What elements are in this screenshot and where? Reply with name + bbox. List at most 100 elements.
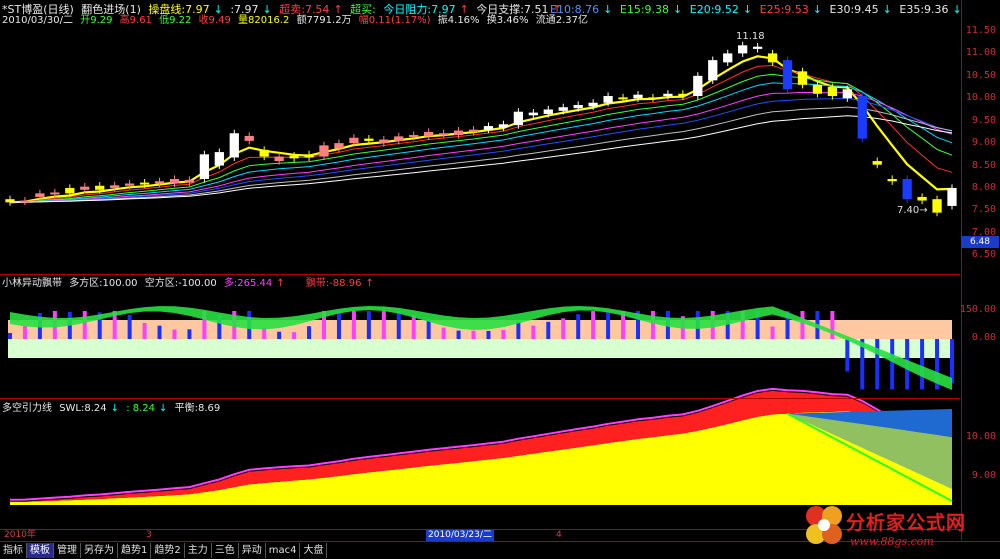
- bear-zone-band: [8, 339, 952, 358]
- candlestick: [154, 181, 165, 184]
- oscillator-bar: [351, 311, 356, 339]
- pane3-tick: 9.00: [971, 470, 996, 481]
- main-chart[interactable]: 11.18 7.40→: [0, 0, 960, 528]
- tab-1[interactable]: 模板: [27, 543, 54, 558]
- candlestick: [902, 179, 912, 200]
- swl-value: : 8.24: [126, 403, 156, 414]
- candlestick: [453, 130, 464, 136]
- candlestick: [693, 75, 703, 97]
- tab-3[interactable]: 另存为: [81, 543, 118, 558]
- moving-average-line: [9, 55, 953, 204]
- price-tick: 10.50: [965, 69, 996, 81]
- swl-label: SWL:8.24: [59, 403, 107, 414]
- candlestick: [409, 135, 419, 138]
- candlestick: [797, 71, 808, 85]
- pane3-tick: 10.00: [965, 431, 996, 442]
- candlestick: [289, 155, 299, 159]
- bear-zone-label: 空方区:-100.00: [144, 278, 217, 289]
- oscillator-bar: [845, 339, 850, 372]
- candlestick: [887, 179, 897, 182]
- oscillator-bar: [650, 311, 655, 339]
- candlestick: [169, 179, 180, 184]
- candlestick: [80, 186, 90, 190]
- candlestick: [498, 124, 509, 128]
- price-tick: 11.50: [965, 24, 996, 36]
- tab-10[interactable]: 大盘: [300, 543, 328, 558]
- oscillator-bar: [471, 330, 476, 339]
- candlestick: [124, 183, 135, 186]
- candlestick: [857, 96, 867, 139]
- up-arrow-icon: ↑: [365, 278, 374, 289]
- candlestick: [827, 87, 838, 97]
- low-price-mark: 7.40→: [897, 205, 928, 216]
- candlestick: [110, 185, 120, 188]
- tab-0[interactable]: 指标: [0, 543, 27, 558]
- candlestick: [20, 200, 30, 203]
- oscillator-bar: [456, 330, 461, 339]
- moving-average-line: [9, 64, 953, 203]
- candlestick: [678, 93, 688, 97]
- candlestick: [917, 196, 927, 201]
- current-price-box: 6.48: [961, 236, 999, 248]
- oscillator-bar: [277, 331, 282, 339]
- tab-6[interactable]: 主力: [185, 543, 212, 558]
- candlestick: [812, 84, 823, 94]
- oscillator-bar: [591, 311, 596, 339]
- oscillator-bar: [142, 323, 147, 339]
- price-axis: 11.50 11.00 10.50 10.00 9.50 9.00 8.50 8.00 7.50…: [959, 0, 1000, 540]
- price-tick: 6.50: [971, 249, 996, 261]
- candlestick: [633, 94, 643, 99]
- duo-label: 多:265.44: [223, 278, 273, 289]
- candlestick: [139, 182, 150, 185]
- price-tick: 10.00: [965, 92, 996, 104]
- oscillator-bar: [875, 339, 880, 390]
- cursor-date-label: 2010/03/23/二: [426, 530, 494, 541]
- candlestick: [767, 53, 778, 63]
- tab-2[interactable]: 管理: [54, 543, 81, 558]
- down-arrow-icon: ↓: [110, 403, 120, 414]
- tab-7[interactable]: 三色: [212, 543, 239, 558]
- oscillator-bar: [516, 321, 521, 339]
- candlestick: [95, 185, 105, 190]
- candlestick: [214, 152, 224, 166]
- oscillator-bar: [8, 333, 12, 339]
- up-arrow-icon: ↑: [276, 278, 285, 289]
- candlestick: [708, 60, 718, 81]
- oscillator-bar: [187, 329, 192, 339]
- oscillator-bar: [292, 332, 297, 339]
- candlestick: [603, 96, 613, 103]
- price-tick: 8.50: [971, 159, 996, 171]
- price-tick: 11.00: [965, 47, 996, 59]
- pane2-tick: 150.00: [959, 304, 996, 315]
- year-label: 2010年: [4, 530, 36, 540]
- tab-9[interactable]: mac4: [266, 543, 301, 558]
- candlestick: [349, 137, 359, 144]
- candlestick: [334, 143, 344, 149]
- oscillator-bar: [486, 330, 491, 339]
- oscillator-bar: [366, 311, 371, 339]
- candlestick: [588, 102, 598, 107]
- price-tick: 7.50: [971, 204, 996, 216]
- oscillator-bar: [336, 311, 341, 339]
- tab-4[interactable]: 趋势1: [118, 543, 152, 558]
- candlestick: [752, 46, 763, 49]
- oscillator-bar: [546, 321, 551, 339]
- oscillator-bar: [770, 326, 775, 339]
- candlestick: [872, 161, 882, 165]
- pane2-header: 小林异动飘带 多方区:100.00 空方区:-100.00 多:265.44 ↑ …: [2, 278, 378, 290]
- candlestick: [379, 139, 389, 144]
- oscillator-bar: [890, 339, 895, 390]
- price-tick: 9.00: [971, 137, 996, 149]
- candlestick: [184, 179, 195, 183]
- candlestick: [364, 138, 374, 141]
- pane3-title: 多空引力线: [2, 403, 52, 414]
- oscillator-bar: [606, 311, 611, 339]
- candlestick: [424, 131, 434, 137]
- tab-8[interactable]: 异动: [239, 543, 266, 558]
- candlestick: [438, 133, 449, 136]
- moving-average-line: [9, 73, 953, 203]
- moving-average-line: [9, 97, 953, 203]
- candlestick: [483, 126, 494, 130]
- tab-5[interactable]: 趋势2: [151, 543, 185, 558]
- moving-average-line: [10, 115, 953, 203]
